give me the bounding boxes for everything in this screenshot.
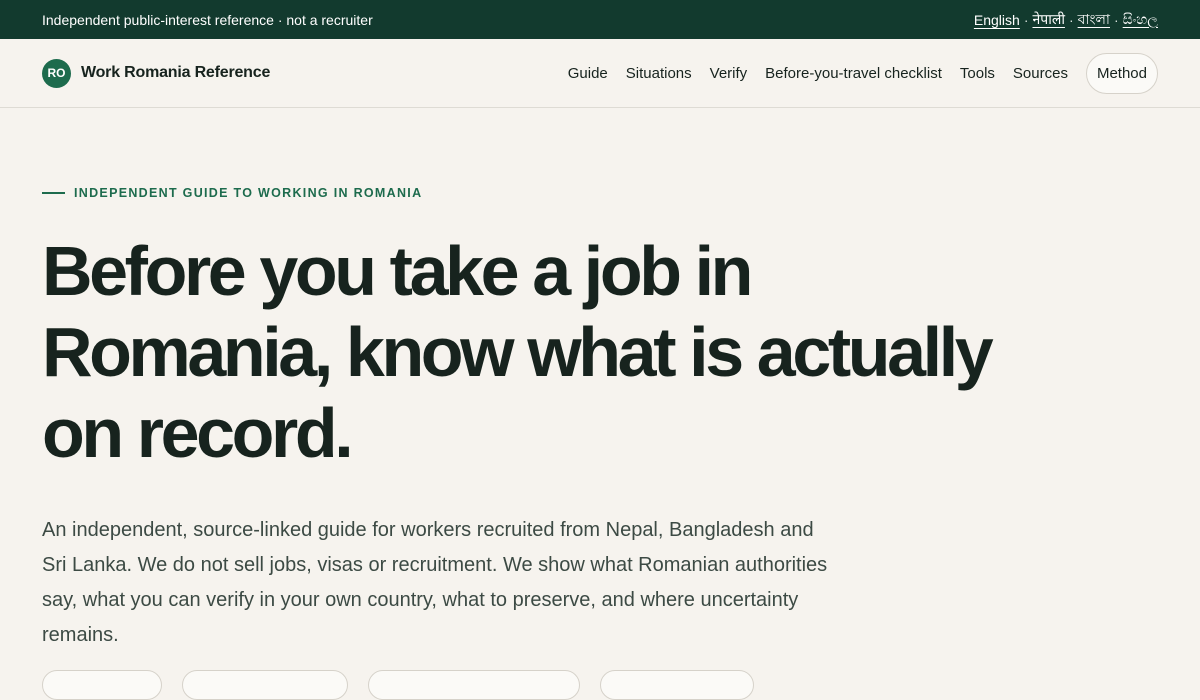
nav-checklist[interactable]: Before-you-travel checklist — [765, 65, 942, 82]
main-nav: Guide Situations Verify Before-you-trave… — [568, 52, 1158, 94]
nav-tools[interactable]: Tools — [960, 65, 995, 82]
site-header: RO Work Romania Reference Guide Situatio… — [0, 39, 1200, 108]
method-button[interactable]: Method — [1085, 52, 1158, 94]
lang-separator: · — [1068, 11, 1074, 28]
nav-verify[interactable]: Verify — [710, 65, 748, 82]
nav-situations[interactable]: Situations — [626, 65, 692, 82]
language-switcher: English · नेपाली · বাংলা · සිංහල — [974, 8, 1158, 32]
logo-badge: RO — [42, 58, 71, 88]
brand-home-link[interactable]: RO Work Romania Reference — [42, 58, 271, 88]
eyebrow: INDEPENDENT GUIDE TO WORKING IN ROMANIA — [42, 186, 1158, 200]
lang-separator: · — [1114, 11, 1119, 28]
nav-sources[interactable]: Sources — [1013, 65, 1068, 82]
lang-bangla-link[interactable]: বাংলা — [1078, 8, 1110, 32]
eyebrow-text: INDEPENDENT GUIDE TO WORKING IN ROMANIA — [74, 186, 423, 200]
lang-nepali-link[interactable]: नेपाली — [1032, 10, 1064, 29]
hero-lede: An independent, source-linked guide for … — [42, 519, 828, 646]
nav-guide[interactable]: Guide — [568, 65, 608, 82]
hero-section: INDEPENDENT GUIDE TO WORKING IN ROMANIA … — [0, 108, 1200, 653]
lang-sinhala-link[interactable]: සිංහල — [1123, 11, 1158, 28]
top-notice-bar: Independent public-interest reference · … — [0, 0, 1200, 39]
page-headline: Before you take a job in Romania, know w… — [42, 232, 994, 472]
lang-english-link[interactable]: English — [974, 12, 1020, 28]
notice-text: Independent public-interest reference · … — [42, 11, 373, 28]
eyebrow-rule — [42, 192, 65, 194]
lang-separator: · — [1023, 11, 1029, 28]
site-name: Work Romania Reference — [81, 64, 271, 81]
